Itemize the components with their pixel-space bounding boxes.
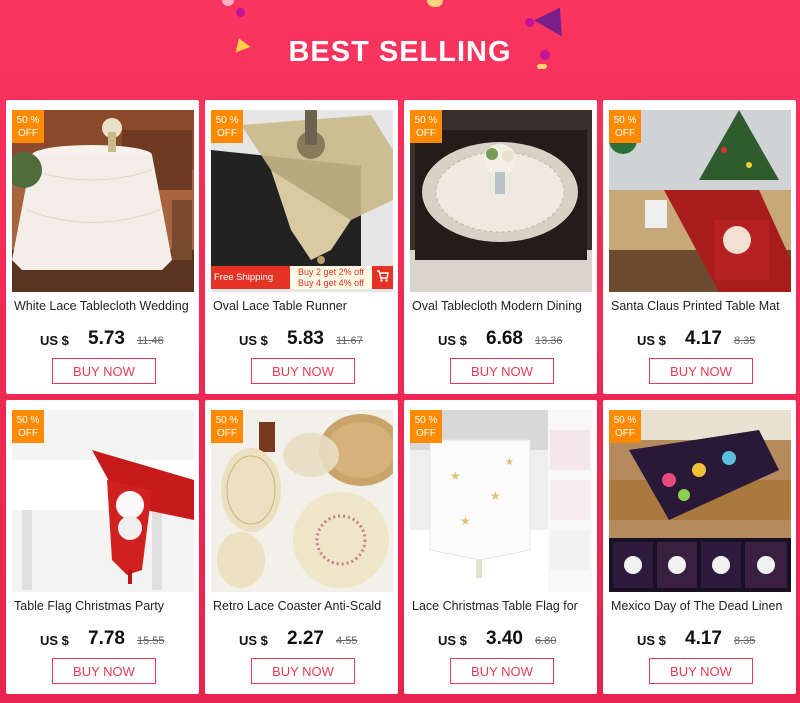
confetti-decoration xyxy=(236,8,245,17)
currency-label: US $ xyxy=(438,333,467,348)
currency-label: US $ xyxy=(239,633,268,648)
sale-price: 3.40 xyxy=(486,628,523,649)
currency-label: US $ xyxy=(239,333,268,348)
product-card[interactable]: 50 % OFF Free Shipping Buy 2 get 2% off Bu… xyxy=(205,100,398,394)
svg-text:★: ★ xyxy=(450,469,461,483)
discount-badge: 50 % OFF xyxy=(410,110,442,143)
product-card[interactable]: ★ ★ ★ ★ 50 % OFF Lace Christmas Table Fla… xyxy=(404,400,597,694)
price-row: US $ 4.17 8.35 xyxy=(603,328,796,353)
original-price: 11.67 xyxy=(336,335,363,347)
free-shipping-label: Free Shipping xyxy=(214,272,274,283)
buy-now-button[interactable]: BUY NOW xyxy=(52,658,156,684)
price-row: US $ 5.83 11.67 xyxy=(205,328,398,353)
buy-now-button[interactable]: BUY NOW xyxy=(450,658,554,684)
product-title[interactable]: Retro Lace Coaster Anti-Scald xyxy=(213,599,393,613)
header-banner: BEST SELLING xyxy=(0,0,800,98)
buy-now-button[interactable]: BUY NOW xyxy=(52,358,156,384)
product-title[interactable]: Table Flag Christmas Party xyxy=(14,599,194,613)
buy-now-button[interactable]: BUY NOW xyxy=(649,358,753,384)
price-row: US $ 4.17 8.35 xyxy=(603,628,796,653)
sale-price: 7.78 xyxy=(88,628,125,649)
product-card[interactable]: 50 % OFF Mexico Day of The Dead Linen US … xyxy=(603,400,796,694)
sale-price: 4.17 xyxy=(685,328,722,349)
product-title[interactable]: White Lace Tablecloth Wedding xyxy=(14,299,194,313)
product-card[interactable]: 50 % OFF Oval Tablecloth Modern Dining US… xyxy=(404,100,597,394)
currency-label: US $ xyxy=(637,333,666,348)
svg-text:★: ★ xyxy=(460,514,471,528)
confetti-decoration xyxy=(534,0,574,37)
cart-icon xyxy=(376,269,390,283)
product-title[interactable]: Santa Claus Printed Table Mat xyxy=(611,299,791,313)
product-card[interactable]: 50 % OFF Retro Lace Coaster Anti-Scald US… xyxy=(205,400,398,694)
original-price: 8.35 xyxy=(734,635,756,647)
confetti-decoration xyxy=(222,0,234,6)
product-title[interactable]: Mexico Day of The Dead Linen xyxy=(611,599,791,613)
buy-now-button[interactable]: BUY NOW xyxy=(251,658,355,684)
svg-text:★: ★ xyxy=(490,489,501,503)
sale-price: 2.27 xyxy=(287,628,324,649)
page-title: BEST SELLING xyxy=(288,36,512,68)
product-grid: 50 % OFF White Lace Tablecloth Wedding US… xyxy=(4,100,797,700)
product-title[interactable]: Oval Lace Table Runner xyxy=(213,299,393,313)
free-shipping-bar: Free Shipping Buy 2 get 2% off Buy 4 get … xyxy=(211,266,393,289)
product-title[interactable]: Lace Christmas Table Flag for xyxy=(412,599,592,613)
original-price: 4.55 xyxy=(336,635,358,647)
discount-badge: 50 % OFF xyxy=(211,110,243,143)
bulk-discount-promo: Buy 2 get 2% off Buy 4 get 4% off xyxy=(290,266,372,289)
buy-now-button[interactable]: BUY NOW xyxy=(450,358,554,384)
sale-price: 5.83 xyxy=(287,328,324,349)
currency-label: US $ xyxy=(637,633,666,648)
sale-price: 6.68 xyxy=(486,328,523,349)
original-price: 15.55 xyxy=(137,635,165,647)
currency-label: US $ xyxy=(40,333,69,348)
product-card[interactable]: 50 % OFF White Lace Tablecloth Wedding US… xyxy=(6,100,199,394)
svg-text:★: ★ xyxy=(505,457,514,468)
sale-price: 4.17 xyxy=(685,628,722,649)
price-row: US $ 3.40 6.80 xyxy=(404,628,597,653)
discount-badge: 50 % OFF xyxy=(609,410,641,443)
price-row: US $ 7.78 15.55 xyxy=(6,628,199,653)
original-price: 11.46 xyxy=(137,335,164,347)
discount-badge: 50 % OFF xyxy=(211,410,243,443)
buy-now-button[interactable]: BUY NOW xyxy=(649,658,753,684)
product-card[interactable]: 50 % OFF Santa Claus Printed Table Mat US… xyxy=(603,100,796,394)
confetti-decoration xyxy=(525,18,534,27)
price-row: US $ 5.73 11.46 xyxy=(6,328,199,353)
currency-label: US $ xyxy=(40,633,69,648)
price-row: US $ 2.27 4.55 xyxy=(205,628,398,653)
currency-label: US $ xyxy=(438,633,467,648)
original-price: 13.36 xyxy=(535,335,563,347)
discount-badge: 50 % OFF xyxy=(12,110,44,143)
discount-badge: 50 % OFF xyxy=(410,410,442,443)
price-row: US $ 6.68 13.36 xyxy=(404,328,597,353)
original-price: 6.80 xyxy=(535,635,557,647)
product-card[interactable]: 50 % OFF Table Flag Christmas Party US $ … xyxy=(6,400,199,694)
sale-price: 5.73 xyxy=(88,328,125,349)
product-title[interactable]: Oval Tablecloth Modern Dining xyxy=(412,299,592,313)
confetti-decoration xyxy=(427,0,443,7)
discount-badge: 50 % OFF xyxy=(12,410,44,443)
discount-badge: 50 % OFF xyxy=(609,110,641,143)
buy-now-button[interactable]: BUY NOW xyxy=(251,358,355,384)
original-price: 8.35 xyxy=(734,335,756,347)
